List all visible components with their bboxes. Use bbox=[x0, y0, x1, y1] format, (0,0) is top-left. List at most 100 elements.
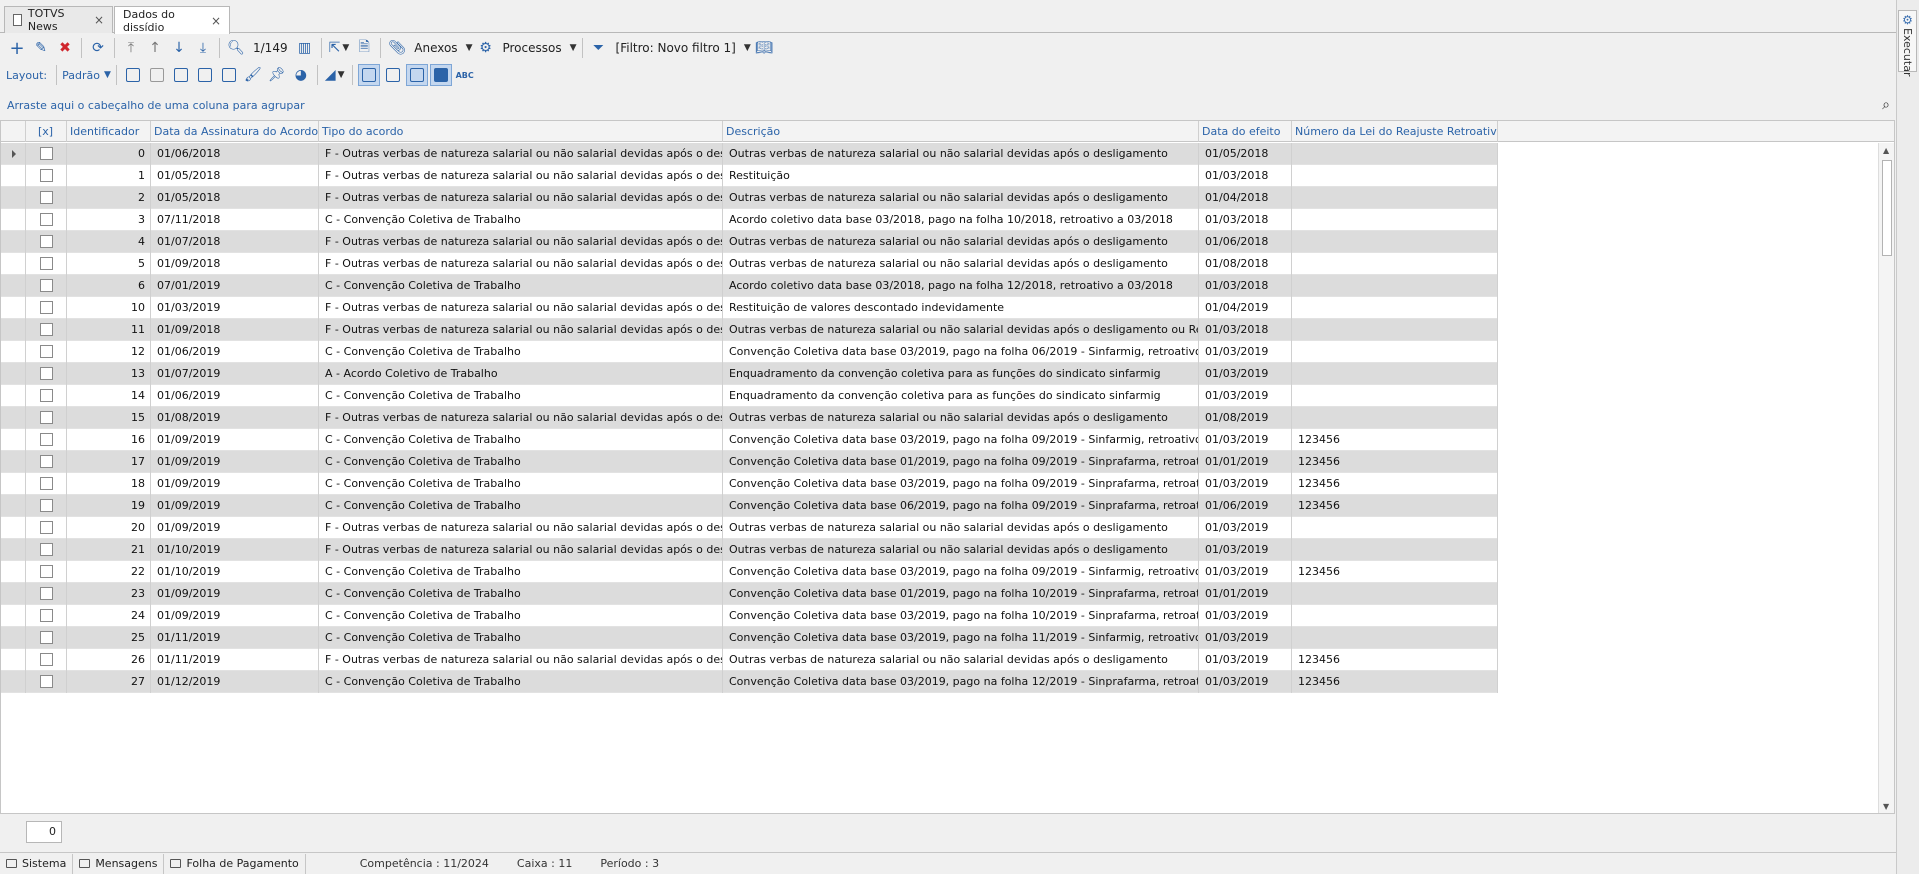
pin-icon[interactable]: 📌︎ bbox=[266, 64, 288, 86]
cell-numero-lei[interactable] bbox=[1292, 319, 1498, 341]
column-header-select[interactable]: [x] bbox=[26, 121, 67, 142]
cell-tipo-acordo[interactable]: C - Convenção Coletiva de Trabalho bbox=[319, 209, 723, 231]
cell-descricao[interactable]: Convenção Coletiva data base 01/2019, pa… bbox=[723, 451, 1199, 473]
row-checkbox[interactable] bbox=[40, 565, 53, 578]
cell-data-assinatura[interactable]: 01/05/2018 bbox=[151, 187, 319, 209]
cell-data-efeito[interactable]: 01/03/2018 bbox=[1199, 319, 1292, 341]
chevron-down-icon[interactable]: ▼ bbox=[744, 43, 751, 53]
color-icon[interactable]: ◕ bbox=[290, 64, 312, 86]
row-checkbox[interactable] bbox=[40, 147, 53, 160]
paint-icon[interactable]: 🖌︎ bbox=[242, 64, 264, 86]
cell-data-efeito[interactable]: 01/03/2019 bbox=[1199, 627, 1292, 649]
layout-delete-icon[interactable] bbox=[146, 64, 168, 86]
cell-tipo-acordo[interactable]: C - Convenção Coletiva de Trabalho bbox=[319, 495, 723, 517]
cell-data-assinatura[interactable]: 01/09/2018 bbox=[151, 253, 319, 275]
cell-descricao[interactable]: Outras verbas de natureza salarial ou nã… bbox=[723, 649, 1199, 671]
cell-identificador[interactable]: 6 bbox=[67, 275, 151, 297]
row-checkbox[interactable] bbox=[40, 609, 53, 622]
cell-tipo-acordo[interactable]: C - Convenção Coletiva de Trabalho bbox=[319, 561, 723, 583]
table-row[interactable]: 6 07/01/2019 C - Convenção Coletiva de Tra… bbox=[1, 275, 1498, 297]
cell-numero-lei[interactable] bbox=[1292, 627, 1498, 649]
row-checkbox[interactable] bbox=[40, 301, 53, 314]
table-row[interactable]: 4 01/07/2018 F - Outras verbas de natureza… bbox=[1, 231, 1498, 253]
row-indicator[interactable] bbox=[1, 473, 26, 495]
search-icon[interactable]: ⌕ bbox=[1882, 97, 1890, 113]
row-checkbox[interactable] bbox=[40, 477, 53, 490]
cell-descricao[interactable]: Outras verbas de natureza salarial ou nã… bbox=[723, 407, 1199, 429]
row-indicator[interactable] bbox=[1, 495, 26, 517]
process-gear-icon[interactable]: ⚙ bbox=[474, 37, 496, 59]
export-icon[interactable]: ⇱ ▼ bbox=[327, 37, 352, 59]
chart-icon[interactable]: ◢ ▼ bbox=[323, 64, 347, 86]
row-indicator[interactable] bbox=[1, 583, 26, 605]
layout-select[interactable]: Padrão bbox=[62, 69, 100, 82]
cell-data-assinatura[interactable]: 01/09/2019 bbox=[151, 517, 319, 539]
cell-descricao[interactable]: Outras verbas de natureza salarial ou nã… bbox=[723, 517, 1199, 539]
executar-tab[interactable]: ⚙ Executar bbox=[1898, 10, 1917, 77]
cell-tipo-acordo[interactable]: C - Convenção Coletiva de Trabalho bbox=[319, 341, 723, 363]
cell-identificador[interactable]: 2 bbox=[67, 187, 151, 209]
row-checkbox[interactable] bbox=[40, 191, 53, 204]
cell-identificador[interactable]: 15 bbox=[67, 407, 151, 429]
row-indicator[interactable] bbox=[1, 231, 26, 253]
table-row[interactable]: 10 01/03/2019 F - Outras verbas de naturez… bbox=[1, 297, 1498, 319]
cell-tipo-acordo[interactable]: F - Outras verbas de natureza salarial o… bbox=[319, 649, 723, 671]
cell-identificador[interactable]: 20 bbox=[67, 517, 151, 539]
cell-data-efeito[interactable]: 01/03/2019 bbox=[1199, 385, 1292, 407]
report-icon[interactable]: 🗎 bbox=[353, 37, 375, 59]
table-row[interactable]: 21 01/10/2019 F - Outras verbas de naturez… bbox=[1, 539, 1498, 561]
cell-data-assinatura[interactable]: 01/08/2019 bbox=[151, 407, 319, 429]
cell-identificador[interactable]: 16 bbox=[67, 429, 151, 451]
cell-numero-lei[interactable]: 123456 bbox=[1292, 561, 1498, 583]
row-indicator[interactable] bbox=[1, 253, 26, 275]
row-indicator[interactable] bbox=[1, 649, 26, 671]
filter-button[interactable]: [Filtro: Novo filtro 1] bbox=[612, 41, 740, 55]
row-checkbox[interactable] bbox=[40, 235, 53, 248]
cell-data-assinatura[interactable]: 01/06/2019 bbox=[151, 385, 319, 407]
view-footer-icon[interactable] bbox=[357, 64, 380, 86]
row-checkbox[interactable] bbox=[40, 213, 53, 226]
row-checkbox[interactable] bbox=[40, 653, 53, 666]
row-checkbox[interactable] bbox=[40, 521, 53, 534]
cell-descricao[interactable]: Convenção Coletiva data base 03/2019, pa… bbox=[723, 341, 1199, 363]
cell-data-efeito[interactable]: 01/03/2019 bbox=[1199, 363, 1292, 385]
row-checkbox[interactable] bbox=[40, 169, 53, 182]
cell-tipo-acordo[interactable]: C - Convenção Coletiva de Trabalho bbox=[319, 385, 723, 407]
cell-descricao[interactable]: Outras verbas de natureza salarial ou nã… bbox=[723, 319, 1199, 341]
table-row[interactable]: 26 01/11/2019 F - Outras verbas de naturez… bbox=[1, 649, 1498, 671]
cell-tipo-acordo[interactable]: C - Convenção Coletiva de Trabalho bbox=[319, 429, 723, 451]
cell-data-efeito[interactable]: 01/08/2019 bbox=[1199, 407, 1292, 429]
cell-tipo-acordo[interactable]: C - Convenção Coletiva de Trabalho bbox=[319, 275, 723, 297]
row-indicator[interactable] bbox=[1, 561, 26, 583]
cell-data-efeito[interactable]: 01/03/2018 bbox=[1199, 275, 1292, 297]
cell-data-efeito[interactable]: 01/08/2018 bbox=[1199, 253, 1292, 275]
cell-identificador[interactable]: 1 bbox=[67, 165, 151, 187]
row-checkbox[interactable] bbox=[40, 543, 53, 556]
cell-data-assinatura[interactable]: 01/10/2019 bbox=[151, 539, 319, 561]
column-header-data-assinatura[interactable]: Data da Assinatura do Acordo bbox=[151, 121, 319, 142]
cell-numero-lei[interactable] bbox=[1292, 187, 1498, 209]
view-split-icon[interactable] bbox=[382, 64, 404, 86]
last-record-icon[interactable]: ⤓ bbox=[192, 37, 214, 59]
table-row[interactable]: 23 01/09/2019 C - Convenção Coletiva de Tr… bbox=[1, 583, 1498, 605]
next-record-icon[interactable]: ↓ bbox=[168, 37, 190, 59]
cell-numero-lei[interactable] bbox=[1292, 517, 1498, 539]
cell-data-efeito[interactable]: 01/03/2018 bbox=[1199, 209, 1292, 231]
row-checkbox[interactable] bbox=[40, 323, 53, 336]
row-checkbox[interactable] bbox=[40, 631, 53, 644]
cell-data-efeito[interactable]: 01/03/2019 bbox=[1199, 429, 1292, 451]
cell-tipo-acordo[interactable]: F - Outras verbas de natureza salarial o… bbox=[319, 165, 723, 187]
cell-descricao[interactable]: Convenção Coletiva data base 03/2019, pa… bbox=[723, 473, 1199, 495]
table-row[interactable]: 12 01/06/2019 C - Convenção Coletiva de Tr… bbox=[1, 341, 1498, 363]
cell-tipo-acordo[interactable]: C - Convenção Coletiva de Trabalho bbox=[319, 627, 723, 649]
cell-descricao[interactable]: Outras verbas de natureza salarial ou nã… bbox=[723, 187, 1199, 209]
chevron-down-icon[interactable]: ▼ bbox=[466, 43, 473, 53]
row-indicator[interactable] bbox=[1, 407, 26, 429]
cell-numero-lei[interactable] bbox=[1292, 231, 1498, 253]
cell-identificador[interactable]: 11 bbox=[67, 319, 151, 341]
cell-descricao[interactable]: Convenção Coletiva data base 03/2019, pa… bbox=[723, 561, 1199, 583]
cell-data-efeito[interactable]: 01/03/2019 bbox=[1199, 341, 1292, 363]
cell-tipo-acordo[interactable]: C - Convenção Coletiva de Trabalho bbox=[319, 583, 723, 605]
cell-data-assinatura[interactable]: 01/09/2019 bbox=[151, 429, 319, 451]
cell-descricao[interactable]: Convenção Coletiva data base 03/2019, pa… bbox=[723, 671, 1199, 693]
